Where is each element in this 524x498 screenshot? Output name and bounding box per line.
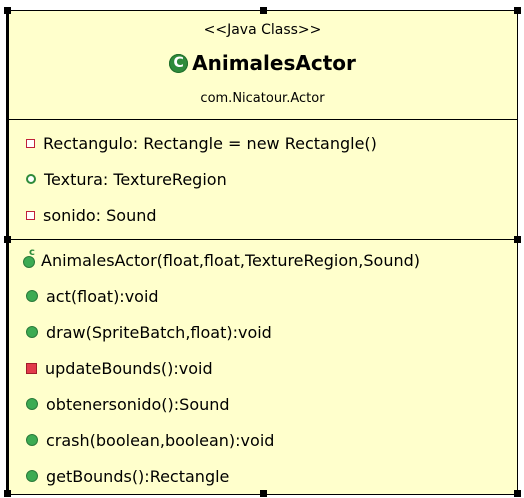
public-method-icon xyxy=(26,470,38,482)
private-field-icon xyxy=(26,138,35,148)
resize-handle-bottom[interactable] xyxy=(260,490,267,497)
field-item[interactable]: Rectangulo: Rectangle = new Rectangle() xyxy=(26,128,377,158)
public-method-icon xyxy=(26,326,38,338)
class-title: C AnimalesActor xyxy=(8,51,517,75)
field-item[interactable]: Textura: TextureRegion xyxy=(26,164,227,194)
method-label: crash(boolean,boolean):void xyxy=(46,430,275,450)
method-item[interactable]: obtenersonido():Sound xyxy=(26,389,230,419)
private-field-icon xyxy=(26,210,35,220)
field-label: Textura: TextureRegion xyxy=(44,169,227,189)
resize-handle-bottom-left[interactable] xyxy=(4,490,11,497)
method-item[interactable]: crash(boolean,boolean):void xyxy=(26,425,274,455)
field-item[interactable]: sonido: Sound xyxy=(26,200,157,230)
resize-handle-top-right[interactable] xyxy=(514,7,521,14)
resize-handle-right[interactable] xyxy=(514,236,521,243)
resize-handle-top-left[interactable] xyxy=(4,7,11,14)
methods-separator xyxy=(8,239,517,240)
resize-handle-left[interactable] xyxy=(4,236,11,243)
fields-separator xyxy=(8,119,517,120)
method-label: AnimalesActor(float,float,TextureRegion,… xyxy=(41,250,421,270)
class-header: <<Java Class>> C AnimalesActor com.Nicat… xyxy=(8,11,517,119)
stereotype-label: <<Java Class>> xyxy=(203,22,322,38)
uml-class-box[interactable]: <<Java Class>> C AnimalesActor com.Nicat… xyxy=(7,10,518,495)
public-method-icon xyxy=(26,434,38,446)
private-method-icon xyxy=(26,362,37,374)
method-item[interactable]: draw(SpriteBatch,float):void xyxy=(26,317,272,347)
method-label: getBounds():Rectangle xyxy=(46,466,230,486)
method-label: draw(SpriteBatch,float):void xyxy=(46,322,272,342)
field-label: Rectangulo: Rectangle = new Rectangle() xyxy=(43,133,377,153)
resize-handle-bottom-right[interactable] xyxy=(514,490,521,497)
resize-handle-top[interactable] xyxy=(260,7,267,14)
constructor-icon: c xyxy=(23,247,35,268)
method-label: obtenersonido():Sound xyxy=(46,394,230,414)
field-label: sonido: Sound xyxy=(43,205,157,225)
method-item[interactable]: getBounds():Rectangle xyxy=(26,461,229,491)
selection-edge-left xyxy=(6,10,9,495)
method-item[interactable]: c AnimalesActor(float,float,TextureRegio… xyxy=(23,245,420,275)
public-method-icon xyxy=(26,398,38,410)
public-field-icon xyxy=(26,174,36,184)
public-method-icon xyxy=(26,290,38,302)
method-label: updateBounds():void xyxy=(45,358,213,378)
package-label: com.Nicatour.Actor xyxy=(200,91,325,106)
class-name: AnimalesActor xyxy=(192,51,356,75)
method-label: act(float):void xyxy=(46,286,159,306)
method-item[interactable]: act(float):void xyxy=(26,281,159,311)
class-icon: C xyxy=(169,53,189,73)
method-item[interactable]: updateBounds():void xyxy=(26,353,213,383)
